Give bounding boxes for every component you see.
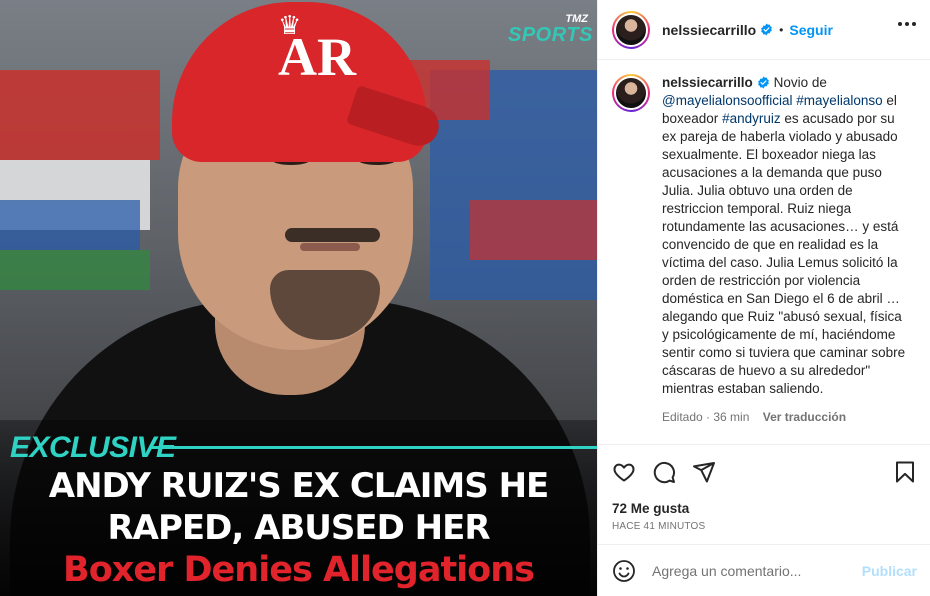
comment-icon[interactable] [652,460,676,484]
caption-intro: Novio de [773,75,827,90]
flag-red-panel-lower [470,200,597,260]
sports-logo-text: SPORTS [508,24,593,46]
instagram-post-modal: ♛ AR TMZ SPORTS EXCLUSIVE ANDY RUIZ'S EX… [0,0,930,596]
share-icon[interactable] [692,460,716,484]
caption-section: nelssiecarrillo Novio de @mayelialonsoof… [598,60,930,443]
likes-count[interactable]: 72 Me gusta [612,501,917,516]
header-separator: • [779,22,784,37]
publish-button[interactable]: Publicar [862,563,917,579]
headline-line-1: ANDY RUIZ'S EX CLAIMS HE [48,466,550,506]
hashtag-link[interactable]: #mayelialonso [796,93,882,108]
flag-blue-stripe [0,200,140,250]
heart-icon[interactable] [612,460,636,484]
hashtag-link[interactable]: #andyruiz [722,111,781,126]
headline-line-2: RAPED, ABUSED HER [107,508,490,548]
flag-red-stripe [0,70,160,160]
post-header: nelssiecarrillo • Seguir [598,0,930,60]
edited-timestamp: Editado · 36 min [662,410,750,424]
headline-line-3: Boxer Denies Allegations [63,550,535,590]
follow-button[interactable]: Seguir [789,22,833,38]
bookmark-icon[interactable] [893,460,917,484]
post-time: HACE 41 MINUTOS [612,521,706,532]
action-bar [612,459,917,485]
caption-body: es acusado por su ex pareja de haberla v… [662,111,906,396]
comment-input[interactable] [652,562,852,579]
cap-logo: AR [278,27,356,87]
comment-bar: Publicar [598,544,930,596]
caption-text: nelssiecarrillo Novio de @mayelialonsoof… [662,74,912,443]
more-options-icon[interactable] [898,22,916,26]
caption-avatar[interactable] [612,74,650,112]
exclusive-divider [150,446,597,449]
person-mustache [285,228,380,242]
post-image[interactable]: ♛ AR TMZ SPORTS EXCLUSIVE ANDY RUIZ'S EX… [0,0,597,596]
caption-username[interactable]: nelssiecarrillo [662,75,753,90]
emoji-icon[interactable] [612,559,636,583]
actions-section: 72 Me gusta HACE 41 MINUTOS [598,444,930,532]
post-side-panel: nelssiecarrillo • Seguir nelssiecarrillo… [597,0,930,596]
flag-green-stripe [0,250,150,290]
header-username[interactable]: nelssiecarrillo [662,22,756,38]
tmz-sports-logo: TMZ SPORTS [508,14,593,46]
mention-link[interactable]: @mayelialonsoofficial [662,93,793,108]
person-mouth [300,243,360,251]
caption-meta: Editado · 36 min Ver traducción [662,408,912,426]
avatar-photo [614,76,648,110]
translate-link[interactable]: Ver traducción [763,410,846,424]
verified-badge-icon [757,76,769,89]
avatar[interactable] [612,10,650,49]
verified-badge-icon [761,23,773,36]
avatar-photo [614,12,648,47]
